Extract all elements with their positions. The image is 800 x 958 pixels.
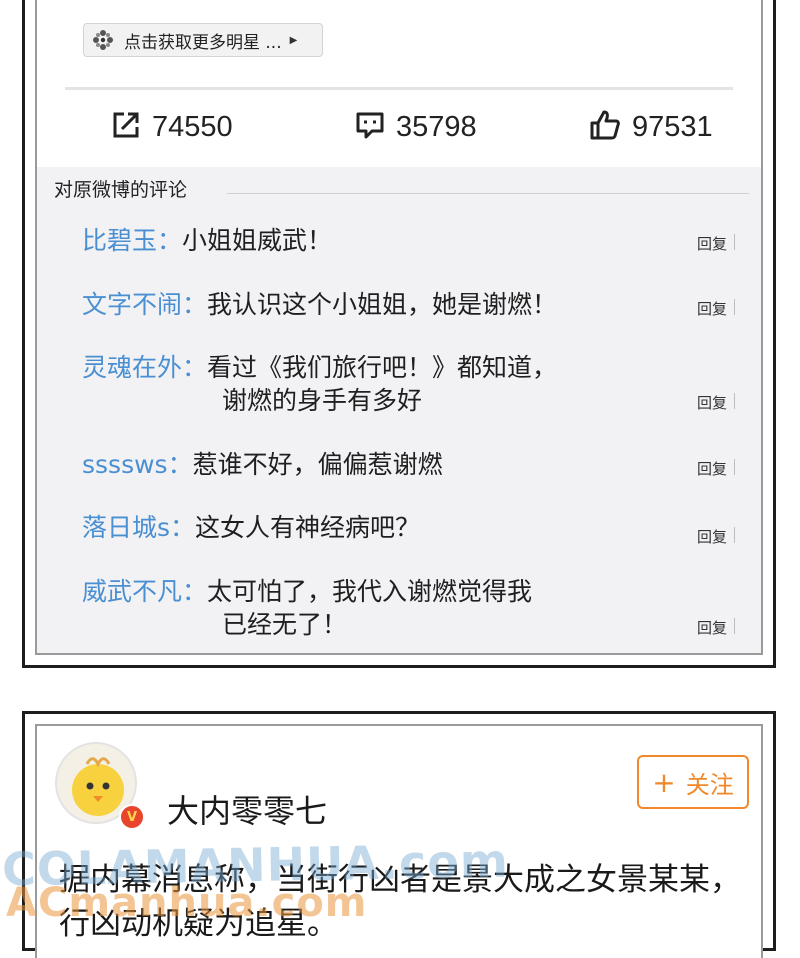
comment-username[interactable]: 比碧玉： xyxy=(82,226,182,255)
divider xyxy=(227,193,749,194)
comment-text: 小姐姐威武！ xyxy=(182,226,333,255)
comment-item: 文字不闹：我认识这个小姐姐，她是谢燃！ xyxy=(82,288,742,321)
comment-text-continued: 已经无了！ xyxy=(222,610,348,639)
comment-item: 比碧玉：小姐姐威武！ xyxy=(82,224,742,257)
comment-text: 这女人有神经病吧？ xyxy=(195,513,421,542)
triangle-right-icon: ▶ xyxy=(289,34,298,46)
stats-bar: 74550 35798 97531 xyxy=(37,105,761,149)
top-comic-panel: 点击获取更多明星 ... ▶ 74550 35798 97531 对原微博的评论… xyxy=(22,0,776,668)
divider xyxy=(734,234,735,250)
reply-button[interactable]: 回复 xyxy=(697,526,727,547)
comment-item: 落日城s：这女人有神经病吧？ xyxy=(82,511,742,544)
reply-button[interactable]: 回复 xyxy=(697,392,727,413)
get-more-stars-button[interactable]: 点击获取更多明星 ... ▶ xyxy=(83,23,323,57)
plus-icon: + xyxy=(652,765,676,799)
flower-icon xyxy=(88,25,118,55)
divider xyxy=(65,87,733,90)
comment-text: 太可怕了，我代入谢燃觉得我 xyxy=(207,577,533,606)
comment-username[interactable]: 威武不凡： xyxy=(82,577,207,606)
comment-count: 35798 xyxy=(396,110,477,143)
comment-text: 我认识这个小姐姐，她是谢燃！ xyxy=(207,290,558,319)
like-count: 97531 xyxy=(632,110,713,143)
like-stat[interactable]: 97531 xyxy=(588,105,713,149)
divider xyxy=(734,618,735,634)
comments-section: 对原微博的评论 比碧玉：小姐姐威武！ 回复 文字不闹：我认识这个小姐姐，她是谢燃… xyxy=(37,167,761,653)
comment-text: 看过《我们旅行吧！》都知道， xyxy=(207,353,558,382)
reply-button[interactable]: 回复 xyxy=(697,298,727,319)
comment-username[interactable]: 文字不闹： xyxy=(82,290,207,319)
comment-text-continued: 谢燃的身手有多好 xyxy=(222,386,423,415)
forward-count: 74550 xyxy=(152,110,233,143)
comment-username[interactable]: ssssws： xyxy=(82,450,193,479)
post-text-line: 据内幕消息称，当街行凶者是景大成之女景某某， xyxy=(59,862,741,898)
comment-stat[interactable]: 35798 xyxy=(354,105,477,149)
post-text-line: 行凶动机疑为追星。 xyxy=(59,906,338,942)
divider xyxy=(734,459,735,475)
share-icon xyxy=(110,109,142,145)
thumbs-up-icon xyxy=(588,108,622,146)
divider xyxy=(734,299,735,315)
comments-title: 对原微博的评论 xyxy=(54,179,188,201)
reply-button[interactable]: 回复 xyxy=(697,617,727,638)
forward-stat[interactable]: 74550 xyxy=(110,105,233,149)
weibo-profile-card: V 大内零零七 + 关注 据内幕消息称，当街行凶者是景大成之女景某某， 行凶动机… xyxy=(35,724,763,958)
bottom-comic-panel: V 大内零零七 + 关注 据内幕消息称，当街行凶者是景大成之女景某某， 行凶动机… xyxy=(22,711,776,958)
comment-item: ssssws：惹谁不好，偏偏惹谢燃 xyxy=(82,448,742,481)
reply-button[interactable]: 回复 xyxy=(697,233,727,254)
comment-icon xyxy=(354,109,386,145)
profile-name[interactable]: 大内零零七 xyxy=(167,786,327,832)
comment-item: 威武不凡：太可怕了，我代入谢燃觉得我 已经无了！ xyxy=(82,575,742,641)
verified-badge-icon: V xyxy=(119,804,145,830)
comment-item: 灵魂在外：看过《我们旅行吧！》都知道， 谢燃的身手有多好 xyxy=(82,351,742,417)
get-more-stars-label: 点击获取更多明星 ... xyxy=(124,32,282,53)
follow-label: 关注 xyxy=(685,770,734,799)
reply-button[interactable]: 回复 xyxy=(697,458,727,479)
divider xyxy=(734,393,735,409)
comment-username[interactable]: 落日城s： xyxy=(82,513,195,542)
comment-text: 惹谁不好，偏偏惹谢燃 xyxy=(192,450,443,479)
divider xyxy=(734,527,735,543)
follow-button[interactable]: + 关注 xyxy=(637,755,749,809)
comment-username[interactable]: 灵魂在外： xyxy=(82,353,207,382)
weibo-post-card: 点击获取更多明星 ... ▶ 74550 35798 97531 对原微博的评论… xyxy=(35,0,763,655)
